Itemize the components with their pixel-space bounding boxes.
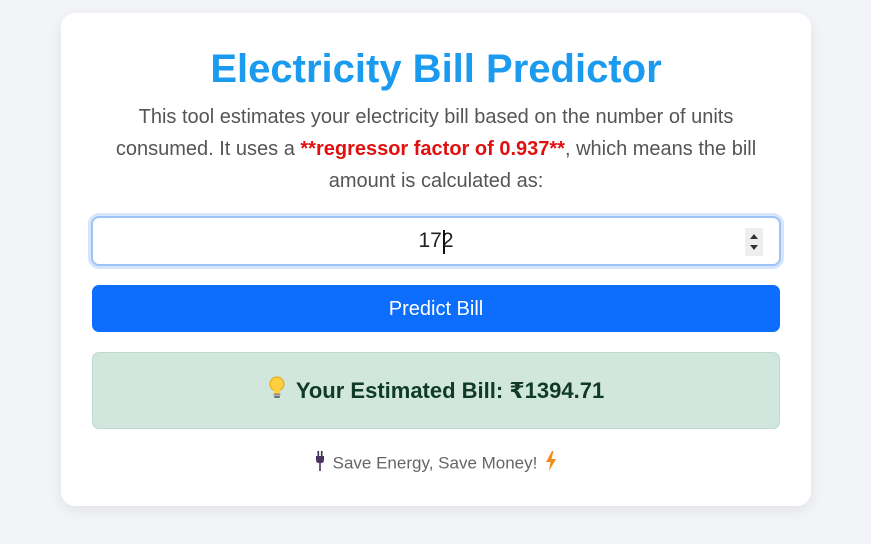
- result-amount: ₹1394.71: [509, 378, 605, 403]
- footer-text: Save Energy, Save Money!: [332, 453, 538, 473]
- spinner-down-icon[interactable]: [750, 245, 758, 250]
- description: This tool estimates your electricity bil…: [101, 101, 771, 197]
- text-cursor: [443, 230, 445, 254]
- units-input[interactable]: [93, 218, 779, 264]
- result-label: Your Estimated Bill:: [295, 378, 504, 403]
- predictor-card: Electricity Bill Predictor This tool est…: [61, 13, 811, 506]
- regressor-factor-highlight: **regressor factor of 0.937**: [300, 138, 565, 160]
- result-alert: Your Estimated Bill: ₹1394.71: [92, 352, 780, 429]
- plug-icon: [315, 451, 325, 477]
- lightning-icon: [545, 451, 557, 477]
- spinner-up-icon[interactable]: [750, 234, 758, 239]
- units-input-container: [91, 216, 781, 266]
- number-spinner[interactable]: [745, 228, 763, 256]
- page-title: Electricity Bill Predictor: [210, 47, 662, 91]
- lightbulb-icon: [268, 355, 286, 430]
- footer: Save Energy, Save Money!: [61, 451, 811, 477]
- predict-bill-button[interactable]: Predict Bill: [92, 285, 780, 332]
